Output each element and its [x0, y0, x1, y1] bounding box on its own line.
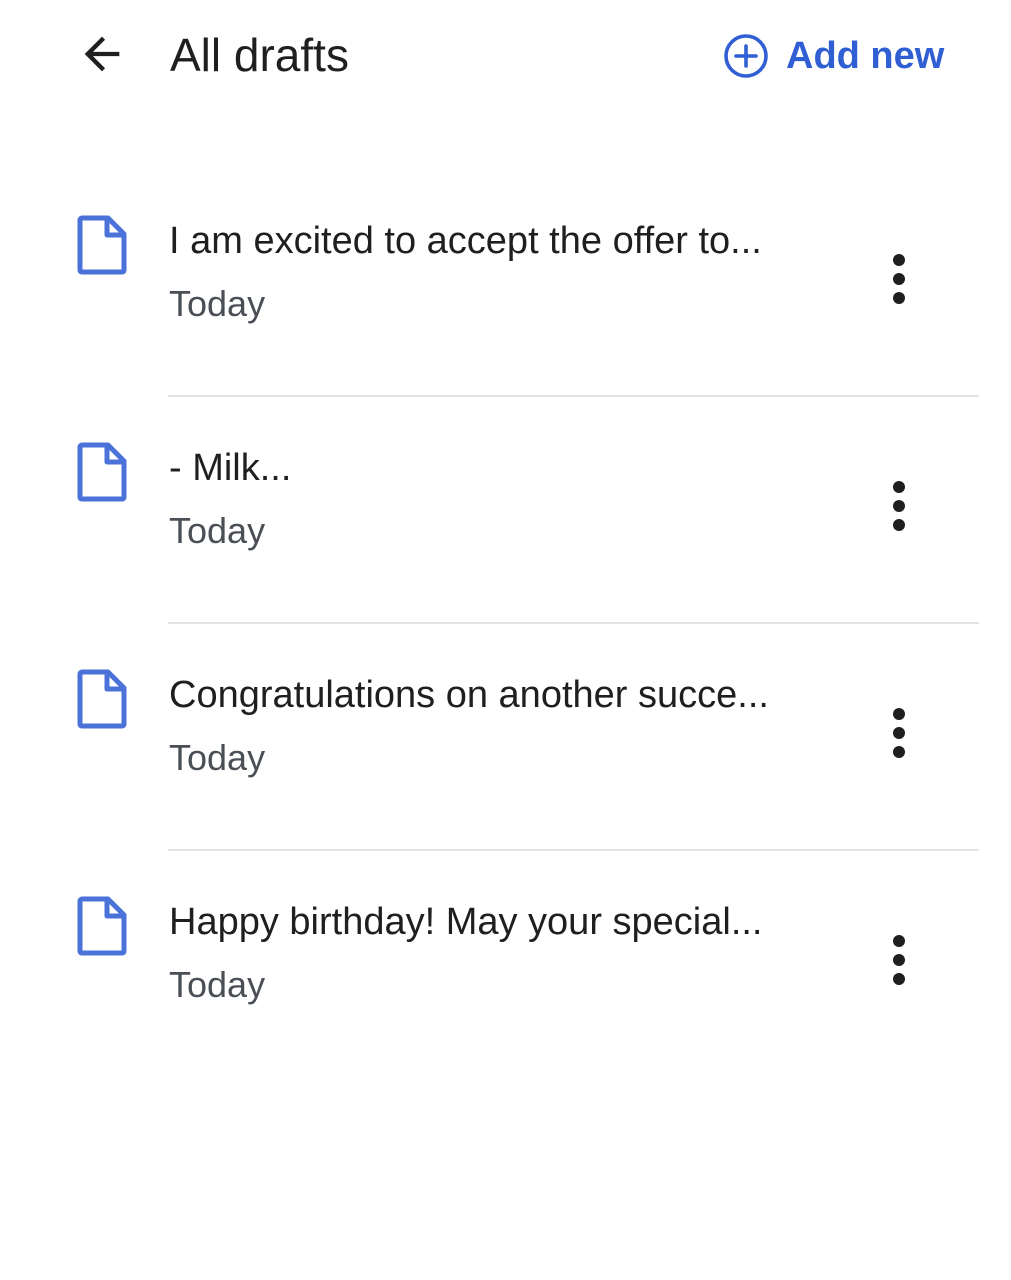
- draft-list-item[interactable]: I am excited to accept the offer to... T…: [0, 170, 1011, 397]
- draft-list-item[interactable]: - Milk... Today: [0, 397, 1011, 624]
- arrow-left-icon: [84, 36, 120, 72]
- draft-title: - Milk...: [169, 447, 292, 489]
- plus-circle-icon: [722, 32, 770, 80]
- draft-title: I am excited to accept the offer to...: [169, 220, 762, 262]
- top-app-bar: All drafts Add new: [0, 0, 1011, 112]
- draft-list-item[interactable]: Congratulations on another succe... Toda…: [0, 624, 1011, 851]
- add-new-button[interactable]: Add new: [722, 28, 944, 84]
- more-options-button[interactable]: [872, 244, 926, 314]
- back-button[interactable]: [70, 22, 134, 86]
- document-icon: [77, 669, 127, 729]
- more-options-button[interactable]: [872, 925, 926, 995]
- more-vertical-icon: [893, 254, 905, 304]
- document-icon: [77, 215, 127, 275]
- page-title: All drafts: [170, 29, 349, 81]
- more-options-button[interactable]: [872, 698, 926, 768]
- document-icon: [77, 896, 127, 956]
- draft-date: Today: [169, 964, 266, 1005]
- draft-list-item[interactable]: Happy birthday! May your special... Toda…: [0, 851, 1011, 1078]
- drafts-list: I am excited to accept the offer to... T…: [0, 170, 1011, 1078]
- more-options-button[interactable]: [872, 471, 926, 541]
- more-vertical-icon: [893, 935, 905, 985]
- draft-date: Today: [169, 737, 266, 778]
- add-new-label: Add new: [786, 34, 945, 77]
- more-vertical-icon: [893, 481, 905, 531]
- more-vertical-icon: [893, 708, 905, 758]
- draft-title: Happy birthday! May your special...: [169, 901, 763, 943]
- draft-date: Today: [169, 510, 266, 551]
- draft-title: Congratulations on another succe...: [169, 674, 769, 716]
- document-icon: [77, 442, 127, 502]
- draft-date: Today: [169, 283, 266, 324]
